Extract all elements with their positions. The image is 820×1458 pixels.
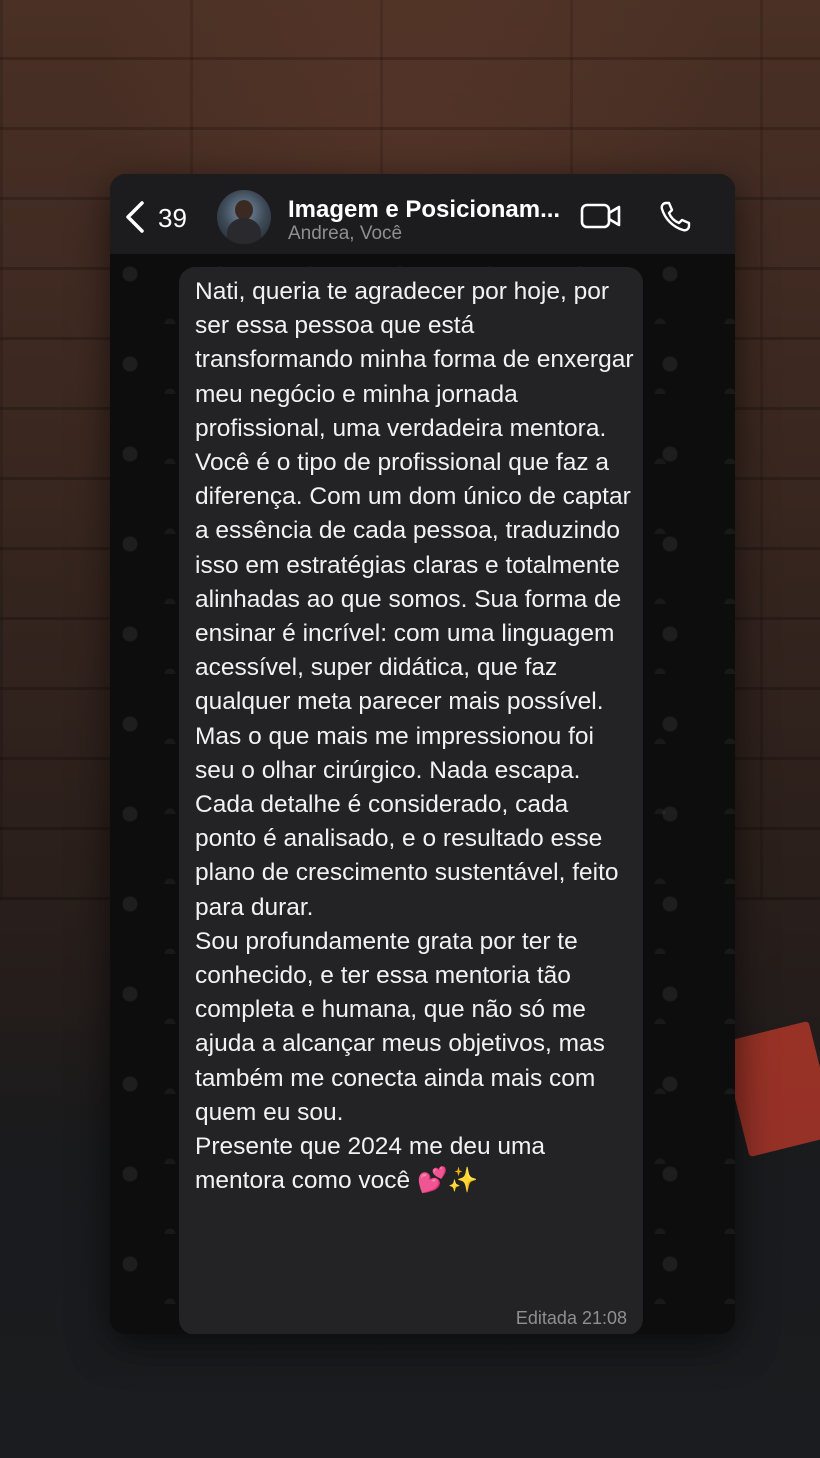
back-button[interactable]	[122, 200, 152, 234]
message-paragraph: Nati, queria te agradecer por hoje, por …	[195, 278, 634, 442]
group-avatar[interactable]	[217, 190, 271, 244]
message-edited-timestamp: Editada 21:08	[515, 1308, 627, 1328]
video-call-button[interactable]	[580, 202, 622, 230]
chat-participants[interactable]: Andrea, Você	[288, 223, 402, 245]
voice-call-button[interactable]	[658, 200, 692, 234]
video-call-icon	[580, 203, 621, 229]
message-text: Nati, queria te agradecer por hoje, por …	[195, 275, 635, 1198]
chat-area[interactable]: Nati, queria te agradecer por hoje, por …	[110, 254, 735, 1334]
chat-screenshot: 39 Imagem e Posicionam... Andrea, Você N…	[110, 174, 735, 1334]
message-paragraph: Sou profundamente grata por ter te conhe…	[195, 927, 605, 1126]
unread-count[interactable]: 39	[158, 203, 187, 234]
message-paragraph: Presente que 2024 me deu uma mentora com…	[195, 1133, 546, 1195]
message-bubble[interactable]: Nati, queria te agradecer por hoje, por …	[179, 267, 643, 1334]
phone-call-icon	[660, 201, 691, 232]
chevron-left-icon	[126, 201, 144, 233]
message-paragraph: Você é o tipo de profissional que faz a …	[195, 449, 631, 716]
chat-title[interactable]: Imagem e Posicionam...	[288, 196, 573, 224]
chat-header: 39 Imagem e Posicionam... Andrea, Você	[110, 174, 735, 254]
message-paragraph: Mas o que mais me impressionou foi seu o…	[195, 722, 619, 921]
